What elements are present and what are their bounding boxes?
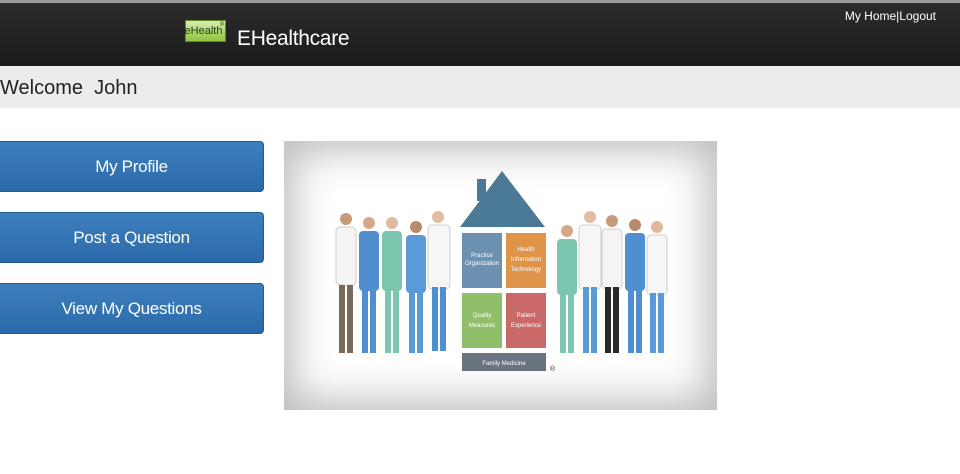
app-title: EHealthcare — [237, 27, 350, 50]
block-patient-experience — [506, 293, 546, 348]
top-navbar: eHealth ® EHealthcare My Home|Logout — [0, 0, 960, 66]
healthcare-team-illustration: Practice Organization Health Information… — [335, 171, 668, 373]
welcome-bar: Welcome John — [0, 66, 960, 108]
logout-link[interactable]: Logout — [899, 9, 936, 23]
welcome-message: Welcome John — [0, 77, 138, 99]
logo-registered-mark: ® — [219, 22, 224, 28]
view-my-questions-button[interactable]: View My Questions — [0, 283, 264, 334]
block-quality-measures — [462, 293, 502, 348]
block-label: Information — [511, 257, 541, 263]
block-label: Quality — [473, 313, 492, 319]
block-label: Health — [517, 247, 534, 253]
ehealth-logo[interactable]: eHealth ® — [185, 20, 226, 42]
house-chimney — [477, 179, 486, 201]
block-label: Practice — [471, 253, 493, 259]
house-roof — [460, 171, 545, 227]
top-links: My Home|Logout — [845, 9, 936, 23]
block-label: Organization — [465, 261, 499, 267]
post-question-button[interactable]: Post a Question — [0, 212, 264, 263]
block-label: Technology — [511, 267, 541, 273]
block-label: Family Medicine — [482, 361, 526, 367]
registered-mark: ® — [550, 365, 556, 373]
block-label: Experience — [511, 323, 542, 329]
block-label: Measures — [469, 323, 495, 329]
my-home-link[interactable]: My Home — [845, 9, 896, 23]
right-staff-group — [557, 211, 668, 353]
block-label: Patient — [517, 313, 536, 319]
left-staff-group — [335, 211, 451, 353]
logo-text: eHealth — [184, 25, 223, 37]
my-profile-button[interactable]: My Profile — [0, 141, 264, 192]
hero-image: Practice Organization Health Information… — [284, 141, 717, 410]
